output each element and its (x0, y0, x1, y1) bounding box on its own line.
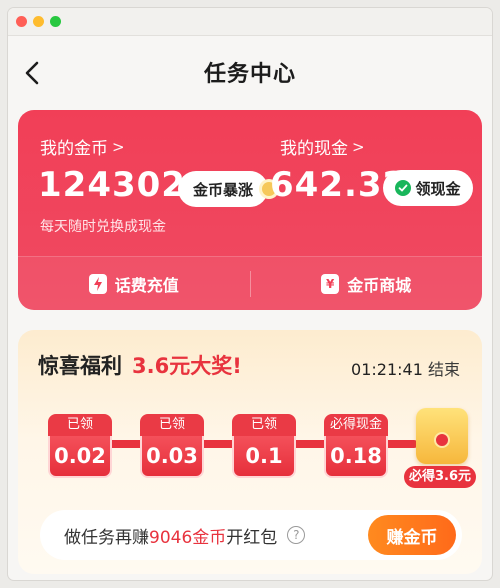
reward-step-status: 已领 (232, 414, 296, 436)
task-description: 做任务再赚 9046金币 开红包 ? (64, 523, 306, 548)
reward-step: 已领 0.1 (232, 414, 296, 478)
close-window-dot[interactable] (16, 16, 27, 27)
my-coins-link[interactable]: 我的金币 > (40, 134, 125, 160)
task-coin-amount: 9046金币 (149, 527, 227, 548)
check-icon (395, 180, 412, 196)
phone-recharge-label: 话费充值 (114, 275, 179, 295)
page-title: 任务中心 (203, 62, 296, 87)
wallet-actions: 话费充值 ¥ 金币商城 (18, 256, 482, 310)
earn-coins-button[interactable]: 赚金币 (368, 515, 456, 555)
final-prize-badge: 必得3.6元 (404, 466, 476, 488)
reward-step-amount: 0.1 (232, 436, 296, 478)
reward-step-status: 已领 (48, 414, 112, 436)
countdown-suffix: 结束 (427, 360, 460, 379)
wallet-card: 我的金币 > 124302 金币暴涨 我的现金 > 642.32 领现金 每天随… (18, 110, 482, 310)
help-icon[interactable]: ? (287, 526, 306, 544)
window-titlebar (8, 8, 492, 36)
wallet-summary: 我的金币 > 124302 金币暴涨 我的现金 > 642.32 领现金 每天随… (18, 110, 482, 252)
coin-mall-label: 金币商城 (347, 275, 412, 295)
task-bar: 做任务再赚 9046金币 开红包 ? 赚金币 (40, 510, 462, 560)
surprise-bonus-card: 惊喜福利 3.6元大奖! 01:21:41 结束 已领 0.02 已领 0.03… (18, 330, 482, 574)
countdown: 01:21:41 结束 (351, 356, 460, 380)
claim-cash-label: 领现金 (415, 179, 461, 198)
reward-step: 必得现金 0.18 (324, 414, 388, 478)
reward-step-status: 已领 (140, 414, 204, 436)
bonus-heading: 惊喜福利 3.6元大奖! (38, 350, 242, 380)
my-cash-link[interactable]: 我的现金 > (280, 134, 365, 160)
maximize-window-dot[interactable] (50, 16, 61, 27)
lightning-icon (88, 273, 107, 294)
reward-step: 已领 0.02 (48, 414, 112, 478)
reward-step: 已领 0.03 (140, 414, 204, 478)
chevron-right-icon: > (112, 137, 125, 156)
app-window: 任务中心 我的金币 > 124302 金币暴涨 我的现金 > 642.32 领现… (8, 8, 492, 580)
chevron-right-icon: > (352, 137, 365, 156)
bonus-prize: 3.6元大奖! (132, 354, 242, 378)
nav-bar: 任务中心 (8, 36, 492, 108)
coins-balance: 124302 (38, 165, 186, 205)
claim-cash-button[interactable]: 领现金 (383, 170, 473, 206)
reward-step-amount: 0.02 (48, 436, 112, 478)
envelope-seal (434, 432, 450, 448)
wallet-subtitle: 每天随时兑换成现金 (40, 219, 166, 235)
coin-mall-button[interactable]: ¥ 金币商城 (251, 257, 483, 310)
back-button[interactable] (22, 60, 44, 86)
reward-step-amount: 0.03 (140, 436, 204, 478)
my-cash-label: 我的现金 (280, 139, 348, 159)
phone-recharge-button[interactable]: 话费充值 (18, 257, 250, 310)
task-prefix: 做任务再赚 (64, 527, 149, 548)
red-envelope-icon[interactable] (416, 408, 468, 464)
yen-icon: ¥ (321, 273, 340, 294)
reward-step-status: 必得现金 (324, 414, 388, 436)
minimize-window-dot[interactable] (33, 16, 44, 27)
countdown-time: 01:21:41 (351, 360, 423, 379)
coins-boost-button[interactable]: 金币暴涨 (178, 171, 268, 207)
task-suffix: 开红包 (226, 527, 278, 548)
bonus-title: 惊喜福利 (38, 354, 122, 378)
my-coins-label: 我的金币 (40, 139, 108, 159)
coins-boost-label: 金币暴涨 (192, 180, 253, 199)
chevron-left-icon (25, 61, 39, 85)
reward-step-amount: 0.18 (324, 436, 388, 478)
